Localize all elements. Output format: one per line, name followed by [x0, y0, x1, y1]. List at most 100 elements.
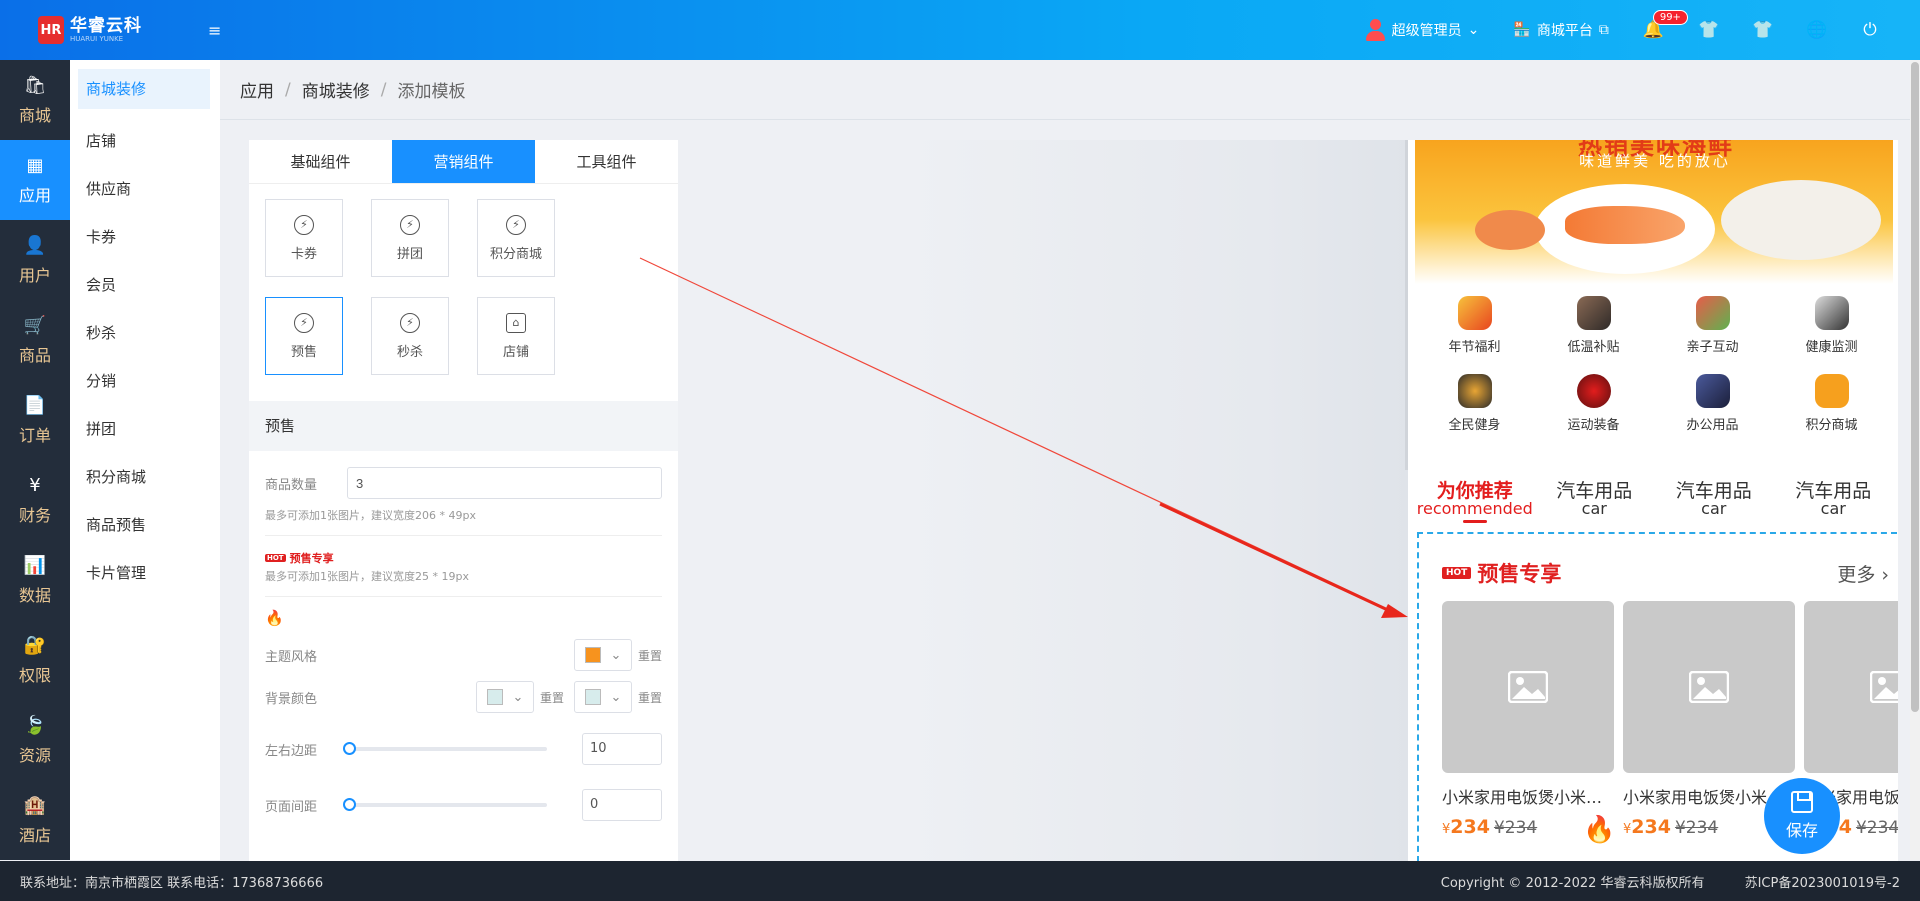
clock-icon: ⚡: [400, 214, 420, 235]
page-scrollbar[interactable]: [1910, 60, 1920, 860]
shirt-icon[interactable]: 👕: [1698, 20, 1719, 40]
resource-icon: 🍃: [23, 714, 47, 736]
submenu-item-card-manage[interactable]: 卡片管理: [70, 549, 220, 597]
notification-bell[interactable]: 🔔 99+: [1643, 10, 1688, 40]
tab-tools[interactable]: 工具组件: [535, 140, 678, 183]
hot-tag: HOT: [265, 554, 286, 562]
save-label: 保存: [1785, 821, 1818, 840]
save-button[interactable]: 保存: [1764, 778, 1840, 854]
flame-icon[interactable]: 🔥: [265, 609, 662, 627]
product-card[interactable]: 小米家用电饭煲小米电饭煲 ¥234¥234: [1442, 601, 1614, 838]
spacing-slider[interactable]: [343, 798, 548, 811]
spacing-slider-handle[interactable]: [343, 798, 357, 811]
rec-tab-car[interactable]: 汽车用品 car: [1535, 482, 1655, 523]
submenu-item-group-buy[interactable]: 拼团: [70, 405, 220, 453]
theme-color-picker[interactable]: ⌄: [573, 639, 632, 671]
bg-color-picker-2[interactable]: ⌄: [573, 681, 632, 713]
presale-settings-form: 商品数量 最多可添加1张图片，建议宽度206 * 49px HOT 预售专享 最…: [249, 467, 678, 821]
component-store[interactable]: ⌂ 店铺: [477, 297, 555, 375]
sidebar-item-apps[interactable]: ▦ 应用: [0, 140, 70, 220]
submenu-item-store[interactable]: 店铺: [70, 117, 220, 165]
rec-tab-car[interactable]: 汽车用品 car: [1774, 482, 1894, 523]
submenu-item-member[interactable]: 会员: [70, 261, 220, 309]
bg-reset-button-1[interactable]: 重置: [540, 689, 564, 706]
gift-icon: [1457, 296, 1492, 330]
footer-address: 联系地址：南京市栖霞区 联系电话：17368736666: [20, 875, 324, 891]
margin-slider-handle[interactable]: [343, 742, 357, 755]
sidebar-item-products[interactable]: 🛒 商品: [0, 300, 70, 380]
category-item[interactable]: 健康监测: [1772, 296, 1891, 374]
chevron-down-icon: ⌄: [512, 689, 524, 705]
points-icon: [1814, 374, 1849, 408]
platform-link[interactable]: 🏪 商城平台 ⧉: [1513, 20, 1608, 40]
footer-icp[interactable]: 苏ICP备2023001019号-2: [1745, 872, 1900, 891]
category-grid: 年节福利 低温补贴 亲子互动 健康监测 全民健身 运动装备 办公用品 积分商城: [1415, 296, 1893, 452]
component-coupon[interactable]: ⚡ 卡券: [265, 199, 343, 277]
theme-reset-button[interactable]: 重置: [638, 647, 662, 664]
category-item[interactable]: 办公用品: [1653, 374, 1772, 452]
category-item[interactable]: 亲子互动: [1653, 296, 1772, 374]
mobile-preview: 热销美味海鲜 味道鲜美 吃的放心 年节福利 低温补贴 亲子互动 健康监测 全民健…: [1408, 140, 1898, 862]
bg-color-picker-1[interactable]: ⌄: [475, 681, 534, 713]
component-seckill[interactable]: ⚡ 秒杀: [371, 297, 449, 375]
category-item[interactable]: 运动装备: [1534, 374, 1653, 452]
sidebar-item-finance[interactable]: ¥ 财务: [0, 460, 70, 540]
rec-tab-recommended[interactable]: 为你推荐 recommended: [1415, 482, 1535, 523]
component-points-mall[interactable]: ⚡ 积分商城: [477, 199, 555, 277]
sidebar-item-data[interactable]: 📊 数据: [0, 540, 70, 620]
rec-tab-car[interactable]: 汽车用品 car: [1654, 482, 1774, 523]
sidebar-item-resource[interactable]: 🍃 资源: [0, 700, 70, 780]
submenu-item-coupon[interactable]: 卡券: [70, 213, 220, 261]
component-group-buy[interactable]: ⚡ 拼团: [371, 199, 449, 277]
clock-icon: ⚡: [294, 214, 314, 235]
scrollbar-thumb[interactable]: [1911, 62, 1919, 712]
logo[interactable]: HR 华睿云科 HUARUI YUNKE: [38, 16, 188, 44]
theme-color-swatch: [584, 647, 601, 663]
chevron-down-icon: ⌄: [1467, 22, 1480, 38]
logo-sub: HUARUI YUNKE: [70, 34, 124, 43]
sidebar-item-hotel[interactable]: 🏨 酒店: [0, 780, 70, 860]
canvas-area: [678, 140, 1408, 862]
monitor-icon: [1814, 296, 1849, 330]
hot-title-preview[interactable]: HOT 预售专享: [265, 550, 662, 566]
submenu-item-presale[interactable]: 商品预售: [70, 501, 220, 549]
power-icon[interactable]: ⏻: [1860, 20, 1880, 40]
submenu-item-decoration[interactable]: 商城装修: [78, 69, 210, 109]
component-presale[interactable]: ⚡ 预售: [265, 297, 343, 375]
spacing-input[interactable]: 0: [582, 789, 662, 821]
shirt-icon-2[interactable]: 👕: [1752, 20, 1773, 40]
product-name: 小米家用电饭煲小米电饭煲: [1442, 788, 1614, 807]
sidebar-item-orders[interactable]: 📄 订单: [0, 380, 70, 460]
spacing-label: 页面间距: [265, 799, 318, 815]
qty-input[interactable]: [347, 467, 662, 499]
category-item[interactable]: 低温补贴: [1534, 296, 1653, 374]
tab-basic[interactable]: 基础组件: [249, 140, 392, 183]
submenu-item-points-mall[interactable]: 积分商城: [70, 453, 220, 501]
margin-slider[interactable]: [343, 742, 548, 755]
presale-more-link[interactable]: 更多 ›: [1837, 560, 1889, 587]
margin-input[interactable]: 10: [582, 733, 662, 765]
category-item[interactable]: 年节福利: [1415, 296, 1534, 374]
component-tabs: 基础组件 营销组件 工具组件: [249, 140, 678, 184]
globe-icon[interactable]: 🌐: [1806, 20, 1827, 40]
category-item[interactable]: 全民健身: [1415, 374, 1534, 452]
submenu-item-distribution[interactable]: 分销: [70, 357, 220, 405]
sidebar-item-users[interactable]: 👤 用户: [0, 220, 70, 300]
logo-mark: HR: [38, 16, 64, 44]
breadcrumb-apps[interactable]: 应用: [240, 77, 274, 102]
submenu-item-seckill[interactable]: 秒杀: [70, 309, 220, 357]
tab-marketing[interactable]: 营销组件: [392, 140, 535, 183]
sidebar-item-shop[interactable]: 🛍 商城: [0, 60, 70, 140]
breadcrumb-decoration[interactable]: 商城装修: [302, 77, 370, 102]
shrimp-image: [1475, 210, 1545, 250]
clock-icon: ⚡: [506, 214, 526, 235]
sidebar-item-permission[interactable]: 🔐 权限: [0, 620, 70, 700]
user-menu[interactable]: 超级管理员 ⌄: [1364, 18, 1480, 42]
bg-reset-button-2[interactable]: 重置: [638, 689, 662, 706]
preview-banner[interactable]: 热销美味海鲜 味道鲜美 吃的放心: [1415, 140, 1893, 284]
submenu-item-supplier[interactable]: 供应商: [70, 165, 220, 213]
save-icon: [1791, 791, 1813, 813]
category-item[interactable]: 积分商城: [1772, 374, 1891, 452]
menu-collapse-icon[interactable]: ≡: [208, 21, 221, 40]
clock-icon: ⚡: [400, 312, 420, 333]
